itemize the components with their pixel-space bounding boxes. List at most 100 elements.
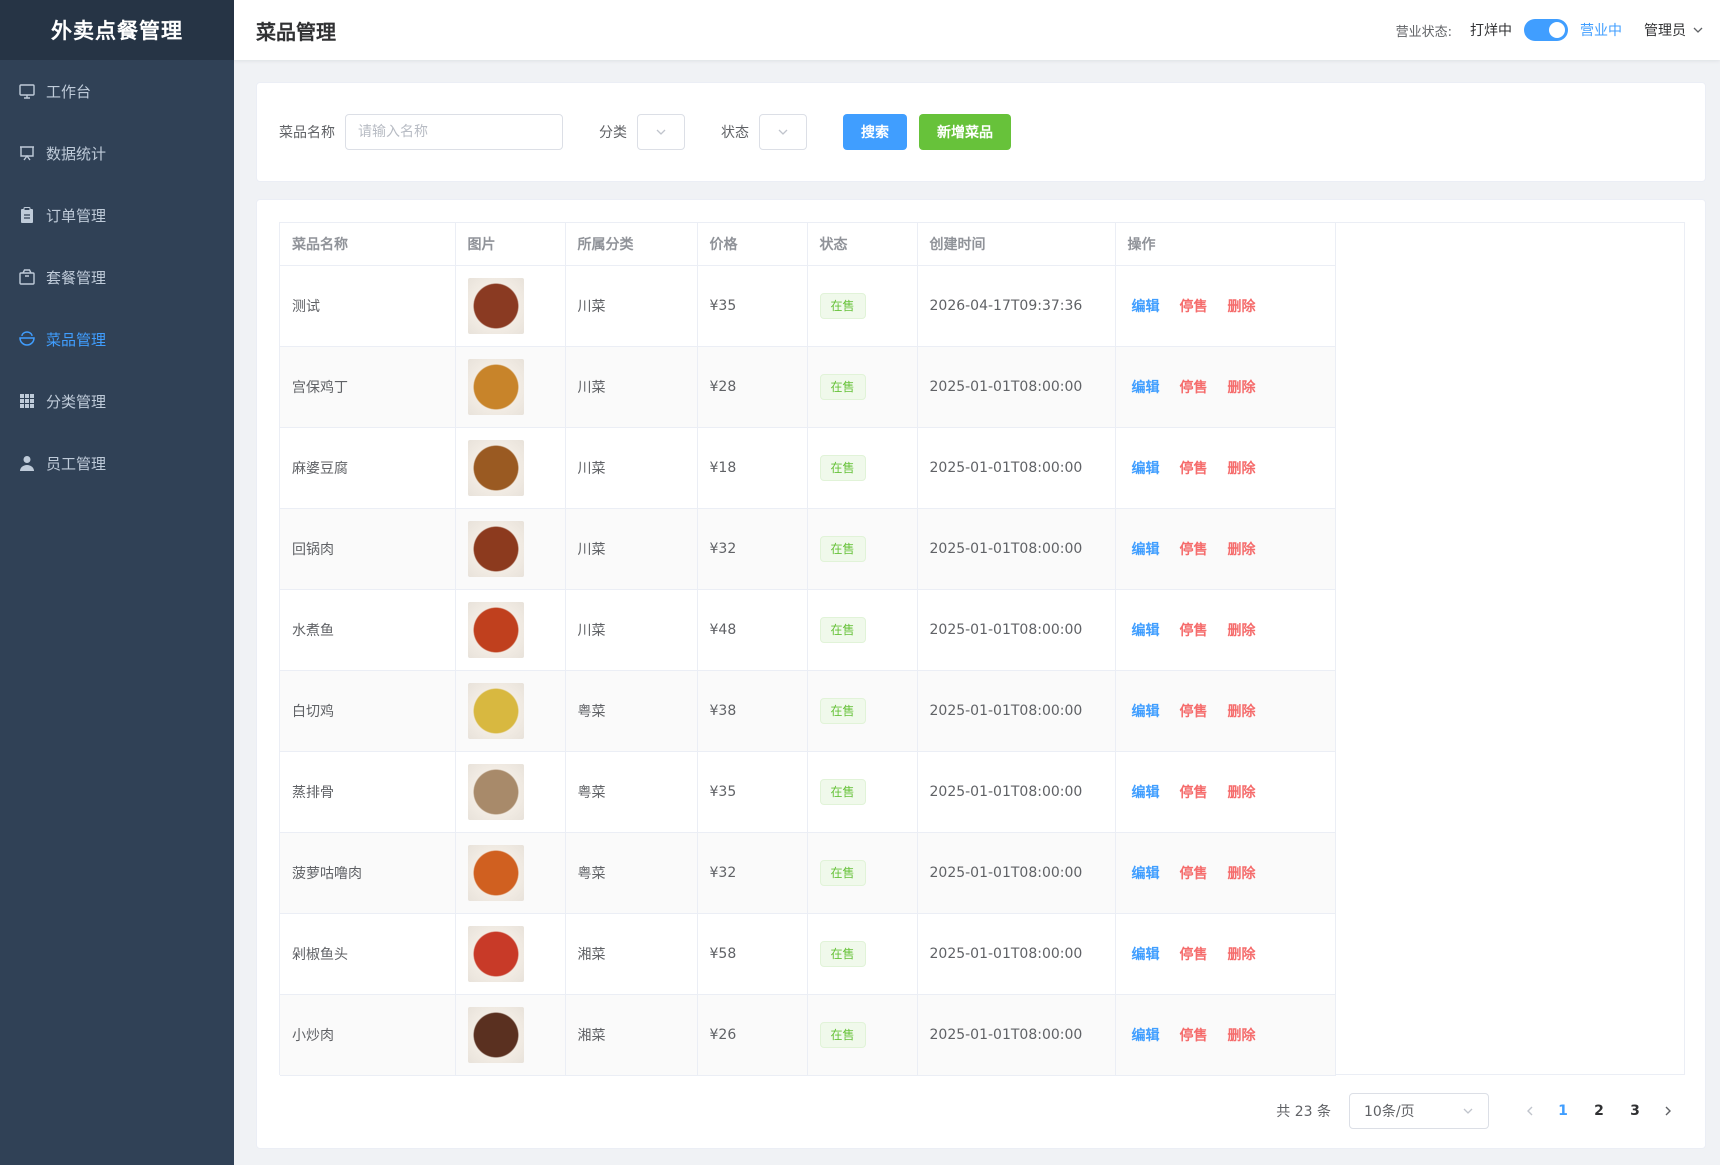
actions-cell: 编辑 停售 删除 xyxy=(1115,508,1336,590)
sidebar-item-6[interactable]: 员工管理 xyxy=(0,432,234,494)
prev-page-button[interactable] xyxy=(1515,1096,1545,1126)
status-badge: 在售 xyxy=(819,616,866,643)
sidebar-item-2[interactable]: 订单管理 xyxy=(0,184,234,246)
created-time-cell: 2025-01-01T08:00:00 xyxy=(917,832,1116,914)
page-number-1[interactable]: 1 xyxy=(1545,1096,1581,1126)
status-badge: 在售 xyxy=(819,1021,866,1048)
table-row: 剁椒鱼头 湘菜 ¥58 在售 2025-01-01T08:00:00 编辑 停售 删除 xyxy=(280,913,1336,995)
edit-button[interactable]: 编辑 xyxy=(1132,539,1160,559)
dish-name-label: 菜品名称 xyxy=(279,125,335,141)
dish-image xyxy=(467,925,524,982)
stop-sale-button[interactable]: 停售 xyxy=(1180,1025,1208,1045)
user-name: 管理员 xyxy=(1644,23,1686,39)
user-menu[interactable]: 管理员 xyxy=(1644,20,1704,40)
status-badge: 在售 xyxy=(819,778,866,805)
stop-sale-button[interactable]: 停售 xyxy=(1180,944,1208,964)
edit-button[interactable]: 编辑 xyxy=(1132,701,1160,721)
price-cell: ¥35 xyxy=(697,751,808,833)
stop-sale-button[interactable]: 停售 xyxy=(1180,377,1208,397)
delete-button[interactable]: 删除 xyxy=(1228,458,1256,478)
price-cell: ¥38 xyxy=(697,670,808,752)
table-row: 麻婆豆腐 川菜 ¥18 在售 2025-01-01T08:00:00 编辑 停售 删除 xyxy=(280,427,1336,509)
edit-button[interactable]: 编辑 xyxy=(1132,620,1160,640)
sidebar-item-5[interactable]: 分类管理 xyxy=(0,370,234,432)
stop-sale-button[interactable]: 停售 xyxy=(1180,539,1208,559)
column-header: 状态 xyxy=(807,223,918,266)
delete-button[interactable]: 删除 xyxy=(1228,944,1256,964)
page-number-2[interactable]: 2 xyxy=(1581,1096,1617,1126)
delete-button[interactable]: 删除 xyxy=(1228,620,1256,640)
category-select[interactable] xyxy=(637,114,685,150)
delete-button[interactable]: 删除 xyxy=(1228,782,1256,802)
stop-sale-button[interactable]: 停售 xyxy=(1180,620,1208,640)
column-header: 价格 xyxy=(697,223,808,266)
price-cell: ¥28 xyxy=(697,346,808,428)
edit-button[interactable]: 编辑 xyxy=(1132,863,1160,883)
column-header: 操作 xyxy=(1115,223,1336,266)
table-row: 菠萝咕噜肉 粤菜 ¥32 在售 2025-01-01T08:00:00 编辑 停售 删除 xyxy=(280,832,1336,914)
status-badge: 在售 xyxy=(819,454,866,481)
delete-button[interactable]: 删除 xyxy=(1228,539,1256,559)
delete-button[interactable]: 删除 xyxy=(1228,377,1256,397)
stop-sale-button[interactable]: 停售 xyxy=(1180,296,1208,316)
chevron-down-icon xyxy=(1463,1108,1473,1114)
delete-button[interactable]: 删除 xyxy=(1228,296,1256,316)
sidebar-item-4[interactable]: 菜品管理 xyxy=(0,308,234,370)
dish-image xyxy=(467,358,524,415)
edit-button[interactable]: 编辑 xyxy=(1132,296,1160,316)
add-dish-button[interactable]: 新增菜品 xyxy=(919,114,1011,150)
stop-sale-button[interactable]: 停售 xyxy=(1180,458,1208,478)
edit-button[interactable]: 编辑 xyxy=(1132,458,1160,478)
delete-button[interactable]: 删除 xyxy=(1228,863,1256,883)
status-cell: 在售 xyxy=(807,913,918,995)
status-cell: 在售 xyxy=(807,265,918,347)
edit-button[interactable]: 编辑 xyxy=(1132,377,1160,397)
stop-sale-button[interactable]: 停售 xyxy=(1180,863,1208,883)
search-button[interactable]: 搜索 xyxy=(843,114,907,150)
price-cell: ¥18 xyxy=(697,427,808,509)
status-cell: 在售 xyxy=(807,589,918,671)
status-select[interactable] xyxy=(759,114,807,150)
page-size-select[interactable]: 10条/页 xyxy=(1349,1093,1489,1129)
dish-image-cell xyxy=(455,832,566,914)
sidebar-item-0[interactable]: 工作台 xyxy=(0,60,234,122)
page-number-3[interactable]: 3 xyxy=(1617,1096,1653,1126)
business-status-switch[interactable] xyxy=(1524,19,1568,41)
edit-button[interactable]: 编辑 xyxy=(1132,1025,1160,1045)
edit-button[interactable]: 编辑 xyxy=(1132,944,1160,964)
dish-image xyxy=(467,520,524,577)
table-row: 水煮鱼 川菜 ¥48 在售 2025-01-01T08:00:00 编辑 停售 删除 xyxy=(280,589,1336,671)
clipboard-icon xyxy=(18,206,36,224)
status-badge: 在售 xyxy=(819,373,866,400)
dish-image xyxy=(467,763,524,820)
category-cell: 川菜 xyxy=(565,346,698,428)
stop-sale-button[interactable]: 停售 xyxy=(1180,782,1208,802)
sidebar-item-1[interactable]: 数据统计 xyxy=(0,122,234,184)
dish-name-input[interactable] xyxy=(345,114,563,150)
stop-sale-button[interactable]: 停售 xyxy=(1180,701,1208,721)
edit-button[interactable]: 编辑 xyxy=(1132,782,1160,802)
header-right: 营业状态: 打烊中 营业中 管理员 xyxy=(1396,0,1704,60)
category-cell: 粤菜 xyxy=(565,832,698,914)
created-time-cell: 2026-04-17T09:37:36 xyxy=(917,265,1116,347)
sidebar-item-label: 订单管理 xyxy=(46,206,107,225)
dish-image xyxy=(467,601,524,658)
actions-cell: 编辑 停售 删除 xyxy=(1115,994,1336,1076)
chevron-left-icon xyxy=(1527,1106,1533,1116)
table-row: 回锅肉 川菜 ¥32 在售 2025-01-01T08:00:00 编辑 停售 删除 xyxy=(280,508,1336,590)
sidebar-item-label: 数据统计 xyxy=(46,144,107,163)
app-logo-title: 外卖点餐管理 xyxy=(0,0,234,60)
delete-button[interactable]: 删除 xyxy=(1228,701,1256,721)
next-page-button[interactable] xyxy=(1653,1096,1683,1126)
dish-image-cell xyxy=(455,346,566,428)
delete-button[interactable]: 删除 xyxy=(1228,1025,1256,1045)
package-icon xyxy=(18,268,36,286)
dish-image xyxy=(467,682,524,739)
sidebar-item-label: 工作台 xyxy=(46,82,92,101)
chevron-down-icon xyxy=(778,129,788,135)
dish-image-cell xyxy=(455,994,566,1076)
sidebar-item-3[interactable]: 套餐管理 xyxy=(0,246,234,308)
created-time-cell: 2025-01-01T08:00:00 xyxy=(917,589,1116,671)
dish-image-cell xyxy=(455,589,566,671)
price-cell: ¥35 xyxy=(697,265,808,347)
